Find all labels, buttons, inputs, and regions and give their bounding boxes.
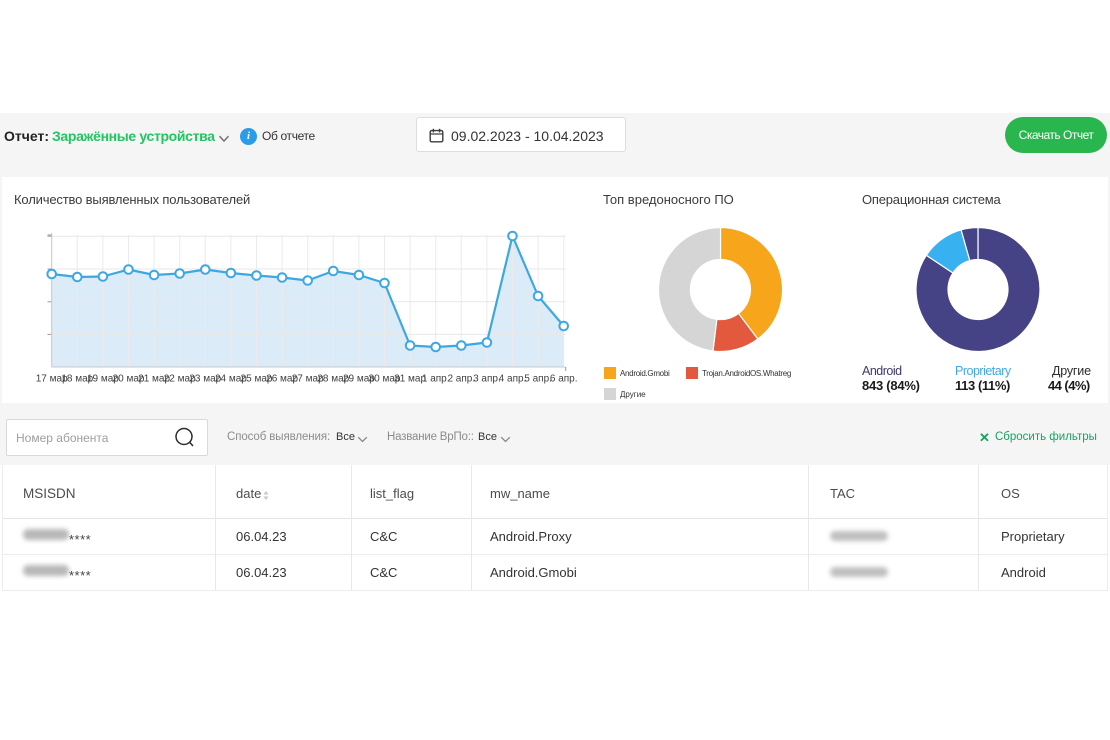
svg-text:5 апр.: 5 апр.	[524, 374, 552, 385]
svg-text:4 апр.: 4 апр.	[499, 374, 527, 385]
svg-text:2 апр.: 2 апр.	[447, 374, 475, 385]
svg-text:6 апр.: 6 апр.	[550, 374, 578, 385]
svg-text:1 апр.: 1 апр.	[422, 374, 450, 385]
svg-text:3 апр.: 3 апр.	[473, 374, 501, 385]
